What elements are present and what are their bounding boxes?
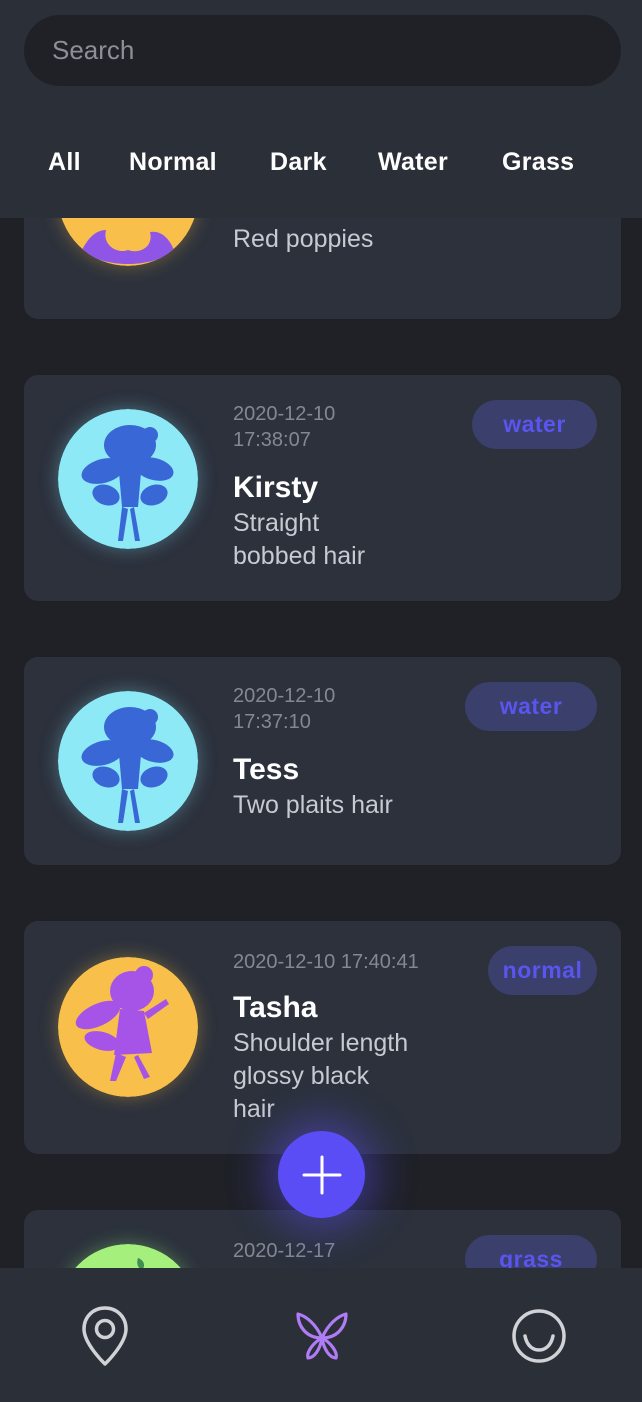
app-screen: All Normal Dark Water Grass Red poppies — [0, 0, 642, 1402]
filter-tab-normal[interactable]: Normal — [129, 148, 217, 177]
fairy-avatar — [58, 691, 198, 831]
fairy-name: Kirsty — [233, 471, 319, 504]
fairy-card[interactable]: 2020-12-17 grass — [24, 1210, 621, 1268]
fairy-description: Straight bobbed hair — [233, 509, 366, 570]
filter-tab-dark[interactable]: Dark — [270, 148, 327, 177]
filter-tab-all[interactable]: All — [48, 148, 81, 177]
location-pin-icon — [82, 1306, 128, 1366]
add-fairy-button[interactable] — [278, 1131, 365, 1218]
fairy-avatar — [58, 957, 198, 1097]
type-badge: water — [465, 682, 597, 731]
fairy-timestamp: 2020-12-10 17:37:10 — [233, 685, 336, 733]
fairy-description: Two plaits hair — [233, 791, 393, 819]
fairy-avatar — [58, 218, 198, 266]
nav-profile[interactable] — [504, 1301, 574, 1371]
fairy-silhouette-icon — [58, 957, 198, 1097]
fairy-card[interactable]: 2020-12-10 17:37:10 Tess Two plaits hair… — [24, 657, 621, 865]
fairy-description: Shoulder length glossy black hair — [233, 1029, 409, 1123]
fairy-description: Red poppies — [233, 225, 374, 253]
fairy-card[interactable]: 2020-12-10 17:40:41 Tasha Shoulder lengt… — [24, 921, 621, 1154]
search-bar[interactable] — [24, 15, 621, 86]
fairy-list[interactable]: Red poppies 2020-12-10 17:38:07 Kirsty S… — [0, 218, 642, 1268]
fairy-silhouette-icon — [61, 218, 195, 266]
nav-map[interactable] — [70, 1301, 140, 1371]
fairy-name: Tasha — [233, 991, 318, 1024]
fairy-card[interactable]: Red poppies — [24, 218, 621, 319]
smile-icon — [512, 1309, 566, 1363]
fairy-timestamp: 2020-12-17 — [233, 1240, 336, 1262]
butterfly-icon — [296, 1312, 348, 1360]
bottom-nav — [0, 1268, 642, 1402]
filter-tabs: All Normal Dark Water Grass — [0, 136, 642, 192]
fairy-name: Tess — [233, 753, 300, 786]
header: All Normal Dark Water Grass — [0, 0, 642, 218]
type-badge: normal — [488, 946, 597, 995]
fairy-silhouette-icon — [75, 1244, 181, 1268]
fairy-silhouette-icon — [58, 691, 198, 831]
search-input[interactable] — [52, 35, 572, 66]
type-badge: grass — [465, 1235, 597, 1268]
fairy-card[interactable]: 2020-12-10 17:38:07 Kirsty Straight bobb… — [24, 375, 621, 601]
filter-tab-grass[interactable]: Grass — [502, 148, 574, 177]
fairy-avatar — [58, 409, 198, 549]
fairy-silhouette-icon — [58, 409, 198, 549]
fairy-timestamp: 2020-12-10 17:38:07 — [233, 403, 336, 451]
filter-tab-water[interactable]: Water — [378, 148, 448, 177]
plus-icon — [302, 1155, 341, 1194]
fairy-timestamp: 2020-12-10 17:40:41 — [233, 951, 419, 973]
fairy-avatar — [58, 1244, 198, 1268]
type-badge: water — [472, 400, 597, 449]
nav-fairies[interactable] — [287, 1301, 357, 1371]
